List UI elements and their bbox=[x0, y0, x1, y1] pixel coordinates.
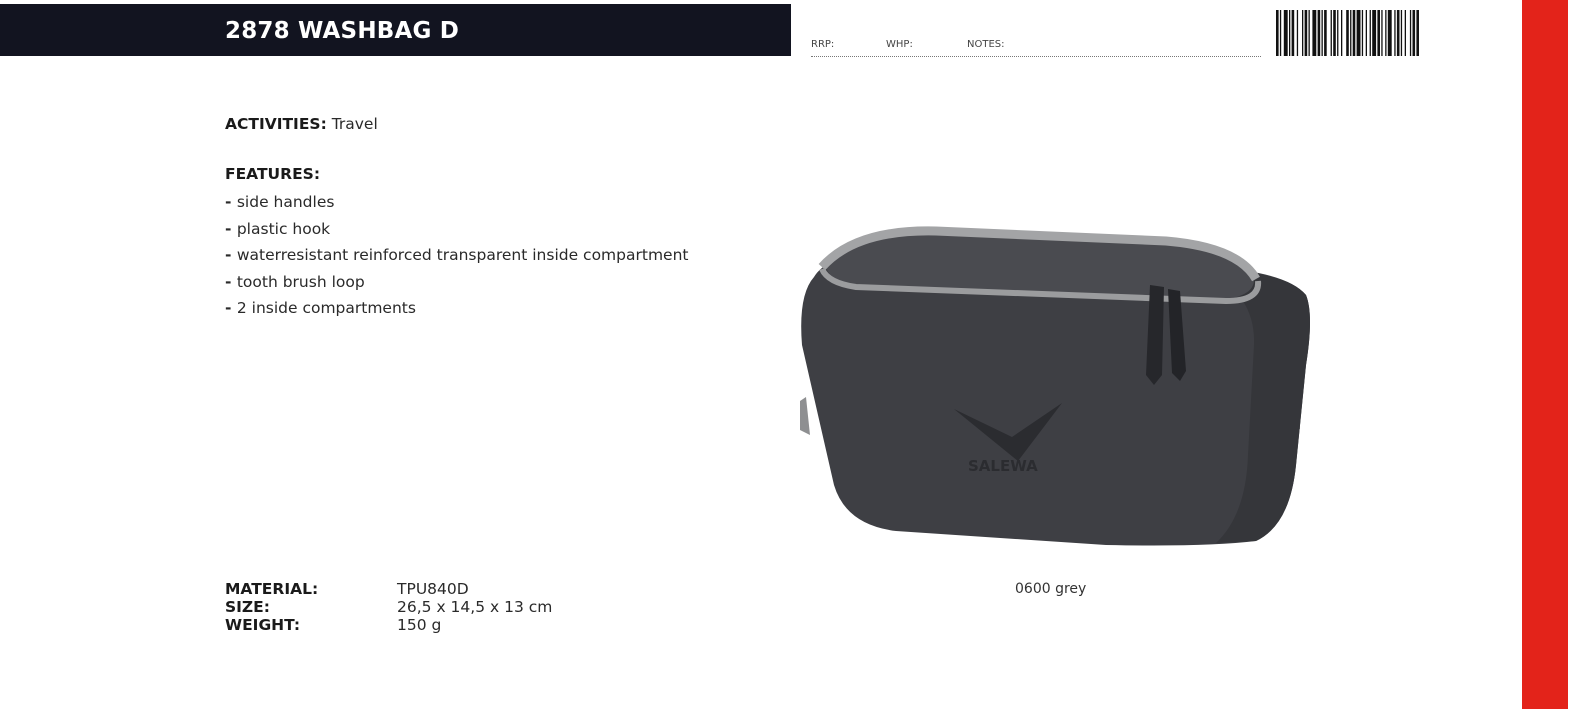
price-notes-row: RRP: WHP: NOTES: bbox=[811, 38, 1261, 57]
features-heading: FEATURES: bbox=[225, 165, 321, 183]
spec-weight: WEIGHT: 150 g bbox=[225, 616, 552, 634]
whp-label: WHP: bbox=[886, 39, 913, 50]
weight-value: 150 g bbox=[397, 616, 442, 634]
red-side-stripe bbox=[1522, 0, 1568, 709]
feature-item: - 2 inside compartments bbox=[225, 299, 416, 317]
feature-item: - waterresistant reinforced transparent … bbox=[225, 246, 689, 264]
material-value: TPU840D bbox=[397, 580, 469, 598]
feature-item: - tooth brush loop bbox=[225, 272, 365, 291]
feature-item: - side handles bbox=[225, 193, 335, 211]
feature-item: - plastic hook bbox=[225, 219, 331, 238]
feature-list: - side handles - plastic hook - waterres… bbox=[225, 191, 688, 324]
product-title: 2878 WASHBAG D bbox=[225, 18, 460, 44]
activities-line: ACTIVITIES: Travel bbox=[225, 115, 378, 133]
material-label: MATERIAL: bbox=[225, 580, 319, 598]
title-bar: 2878 WASHBAG D bbox=[0, 4, 791, 56]
size-label: SIZE: bbox=[225, 598, 270, 616]
size-value: 26,5 x 14,5 x 13 cm bbox=[397, 598, 553, 616]
spec-table: MATERIAL: TPU840D SIZE: 26,5 x 14,5 x 13 c… bbox=[225, 580, 552, 634]
rrp-label: RRP: bbox=[811, 39, 835, 50]
notes-label: NOTES: bbox=[967, 39, 1005, 50]
barcode bbox=[1276, 10, 1419, 56]
weight-label: WEIGHT: bbox=[225, 616, 301, 634]
product-image: SALEWA bbox=[800, 226, 1310, 546]
spec-material: MATERIAL: TPU840D bbox=[225, 580, 552, 598]
activities-label: ACTIVITIES: bbox=[225, 115, 327, 133]
color-caption: 0600 grey bbox=[1015, 581, 1087, 597]
product-brand-mark: SALEWA bbox=[968, 457, 1038, 475]
activities-value: Travel bbox=[331, 115, 378, 133]
spec-size: SIZE: 26,5 x 14,5 x 13 cm bbox=[225, 598, 552, 616]
